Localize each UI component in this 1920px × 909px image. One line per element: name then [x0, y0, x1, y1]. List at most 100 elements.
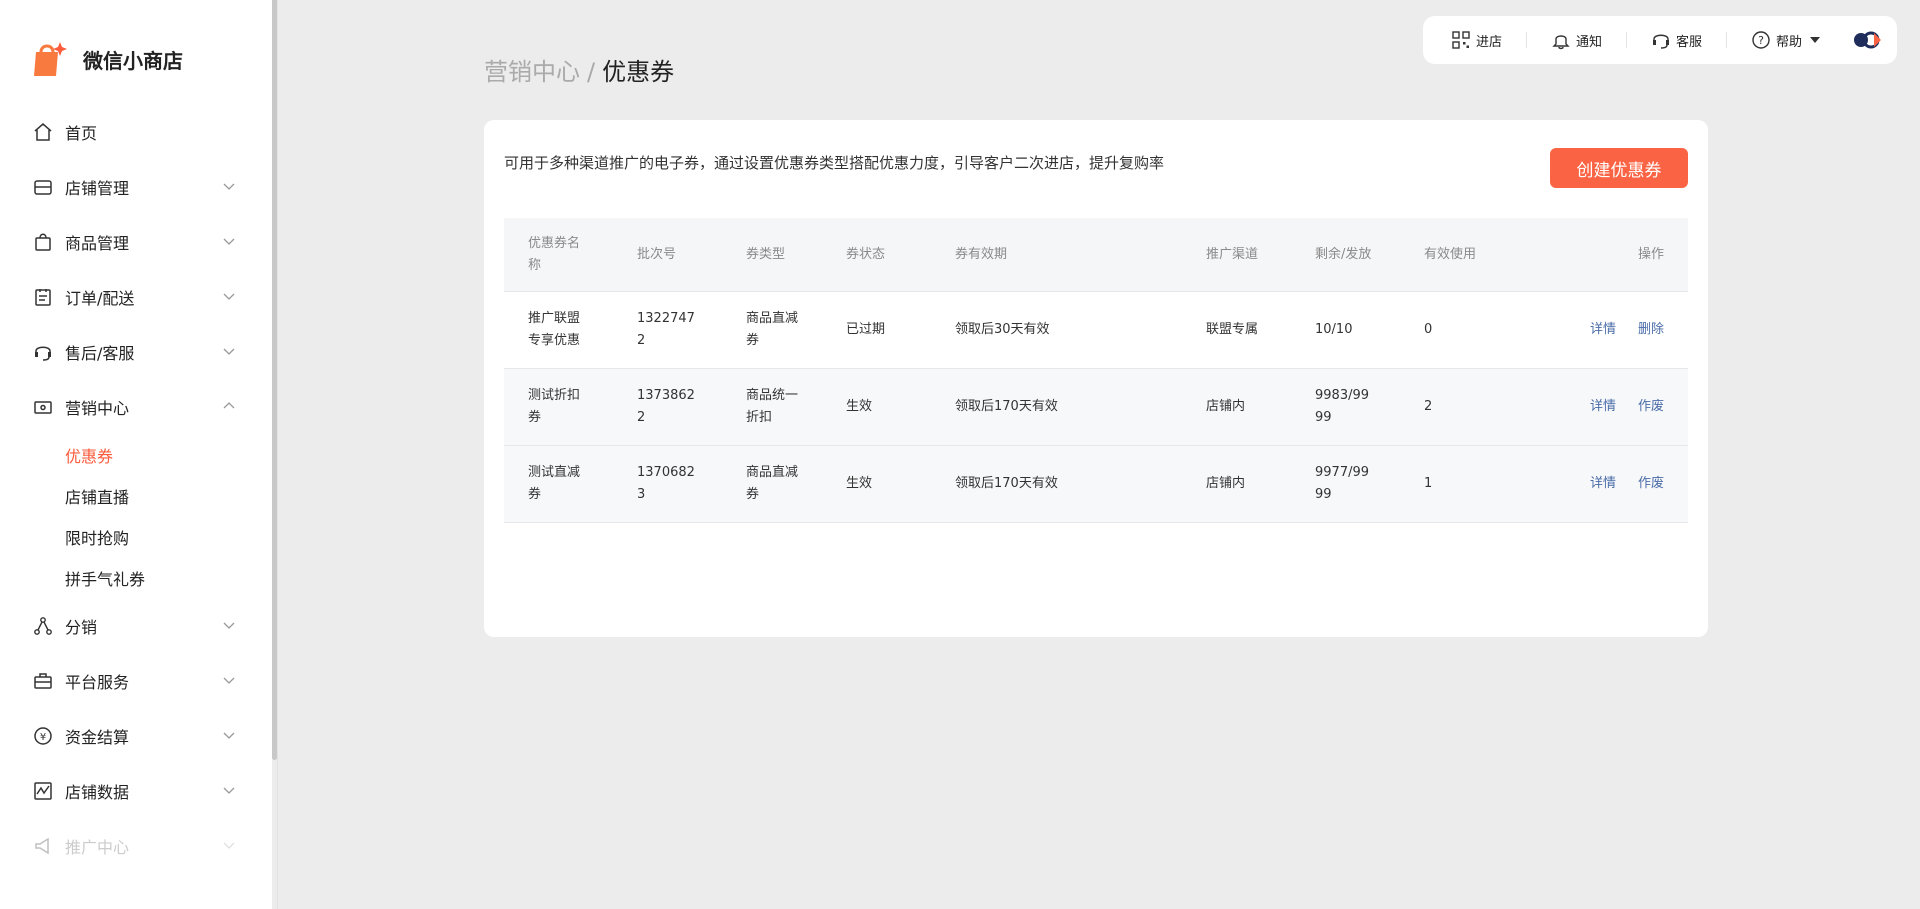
sidebar-item-label: 售后/客服: [65, 343, 135, 363]
avatar[interactable]: [1850, 23, 1884, 57]
sidebar-item-store[interactable]: 店铺管理: [0, 159, 272, 214]
sidebar-item-settlement[interactable]: ¥ 资金结算: [0, 708, 272, 763]
column-header-channel: 推广渠道: [1206, 246, 1259, 262]
ticket-icon: [32, 396, 54, 418]
enter-store-label: 进店: [1476, 34, 1503, 50]
sidebar-item-orders[interactable]: 订单/配送: [0, 269, 272, 324]
home-icon: [32, 121, 54, 143]
topbar-divider: [1726, 32, 1728, 48]
coupon-name: 测试折扣券: [528, 388, 581, 425]
table-header: 优惠券名称 批次号 券类型 券状态 券有效期 推广渠道 剩余/发放 有效使用 操…: [504, 218, 1688, 292]
sidebar-item-products[interactable]: 商品管理: [0, 214, 272, 269]
chevron-down-icon: [223, 293, 235, 300]
remaining-issued: 9983/9999: [1315, 388, 1370, 425]
promo-channel: 店铺内: [1206, 476, 1246, 491]
coupon-name: 推广联盟专享优惠: [528, 311, 581, 348]
sidebar-subitem-flash-sale[interactable]: 限时抢购: [0, 516, 272, 557]
coupon-status: 生效: [846, 476, 873, 491]
coupon-validity: 领取后30天有效: [955, 322, 1050, 337]
topbar: 进店 通知 客服 ? 帮助: [1423, 16, 1897, 64]
sidebar: 微信小商店 首页 店铺管理 商品管理 订单/配送 售后/客服 营销中心 优惠券 …: [0, 0, 272, 909]
shop-logo-icon: [34, 42, 67, 76]
detail-link[interactable]: 详情: [1590, 322, 1616, 337]
coupon-validity: 领取后170天有效: [955, 476, 1058, 491]
sidebar-item-label: 分销: [65, 617, 98, 637]
share-nodes-icon: [32, 615, 54, 637]
coupon-type: 商品直减券: [746, 465, 799, 502]
coupon-name: 测试直减券: [528, 465, 581, 502]
chart-icon: [32, 780, 54, 802]
coupon-description: 可用于多种渠道推广的电子券，通过设置优惠券类型搭配优惠力度，引导客户二次进店，提…: [504, 154, 1165, 172]
batch-number: 13738622: [637, 388, 695, 425]
headset-icon: [32, 341, 54, 363]
table-row: 推广联盟专享优惠 13227472 商品直减券 已过期 领取后30天有效 联盟专…: [504, 292, 1688, 369]
topbar-divider: [1626, 32, 1628, 48]
sidebar-subitem-coupons[interactable]: 优惠券: [0, 434, 272, 475]
megaphone-icon: [32, 835, 54, 857]
void-link[interactable]: 作废: [1638, 476, 1664, 491]
sidebar-item-distribution[interactable]: 分销: [0, 598, 272, 653]
chevron-up-icon: [223, 402, 235, 409]
sidebar-nav: 首页 店铺管理 商品管理 订单/配送 售后/客服 营销中心 优惠券 店铺直播 限…: [0, 104, 272, 873]
sidebar-subitem-live[interactable]: 店铺直播: [0, 475, 272, 516]
sidebar-item-label: 店铺数据: [65, 782, 130, 802]
sidebar-item-label: 商品管理: [65, 233, 130, 253]
breadcrumb-parent[interactable]: 营销中心: [484, 58, 580, 86]
chevron-down-icon: [223, 677, 235, 684]
column-header-type: 券类型: [746, 246, 786, 262]
sidebar-item-promotion[interactable]: 推广中心: [0, 818, 272, 873]
sidebar-item-home[interactable]: 首页: [0, 104, 272, 159]
service-label: 客服: [1676, 34, 1703, 50]
notify-button[interactable]: 通知: [1551, 30, 1602, 50]
help-label: 帮助: [1776, 34, 1803, 50]
qr-code-icon: [1452, 31, 1470, 49]
brand-name: 微信小商店: [83, 48, 183, 73]
effective-usage: 2: [1424, 399, 1433, 414]
effective-usage: 1: [1424, 476, 1433, 491]
sidebar-item-store-data[interactable]: 店铺数据: [0, 763, 272, 818]
sidebar-item-label: 资金结算: [65, 727, 130, 747]
coupon-type: 商品直减券: [746, 311, 799, 348]
notify-label: 通知: [1576, 34, 1603, 50]
svg-text:?: ?: [1758, 34, 1764, 47]
yuan-coin-icon: ¥: [32, 725, 54, 747]
sidebar-item-label: 首页: [65, 123, 98, 143]
remaining-issued: 10/10: [1315, 322, 1353, 337]
column-header-name: 优惠券名称: [528, 235, 581, 273]
batch-number: 13706823: [637, 465, 695, 502]
coupon-validity: 领取后170天有效: [955, 399, 1058, 414]
sidebar-item-label: 营销中心: [65, 398, 130, 418]
sidebar-item-platform-services[interactable]: 平台服务: [0, 653, 272, 708]
void-link[interactable]: 作废: [1638, 399, 1664, 414]
column-header-used: 有效使用: [1424, 246, 1477, 262]
page-title: 优惠券: [602, 58, 675, 86]
help-button[interactable]: ? 帮助: [1751, 30, 1821, 50]
brand[interactable]: 微信小商店: [27, 38, 183, 80]
column-header-validity: 券有效期: [955, 246, 1008, 262]
sidebar-item-label: 推广中心: [65, 837, 130, 857]
service-button[interactable]: 客服: [1651, 30, 1702, 50]
table-row: 测试直减券 13706823 商品直减券 生效 领取后170天有效 店铺内 99…: [504, 446, 1688, 523]
breadcrumb-separator: /: [587, 58, 596, 86]
detail-link[interactable]: 详情: [1590, 399, 1616, 414]
promo-channel: 联盟专属: [1206, 322, 1259, 337]
row-actions: 详情 作废: [1540, 473, 1688, 495]
table-row: 测试折扣券 13738622 商品统一折扣 生效 领取后170天有效 店铺内 9…: [504, 369, 1688, 446]
detail-link[interactable]: 详情: [1590, 476, 1616, 491]
create-coupon-button[interactable]: 创建优惠券: [1550, 148, 1688, 188]
column-header-actions: 操作: [1637, 246, 1664, 262]
breadcrumb: 营销中心 / 优惠券: [484, 52, 674, 87]
enter-store-button[interactable]: 进店: [1451, 30, 1502, 50]
sidebar-item-marketing[interactable]: 营销中心: [0, 379, 272, 434]
coupon-card: 可用于多种渠道推广的电子券，通过设置优惠券类型搭配优惠力度，引导客户二次进店，提…: [484, 120, 1708, 637]
sidebar-item-aftersales[interactable]: 售后/客服: [0, 324, 272, 379]
chevron-down-icon: [223, 348, 235, 355]
svg-text:¥: ¥: [40, 732, 46, 743]
delete-link[interactable]: 删除: [1638, 322, 1664, 337]
chevron-down-icon: [223, 183, 235, 190]
topbar-divider: [1526, 32, 1528, 48]
sidebar-subitem-lucky-coupon[interactable]: 拼手气礼券: [0, 557, 272, 598]
chevron-down-icon: [223, 732, 235, 739]
caret-down-icon: [1810, 37, 1821, 43]
batch-number: 13227472: [637, 311, 695, 348]
